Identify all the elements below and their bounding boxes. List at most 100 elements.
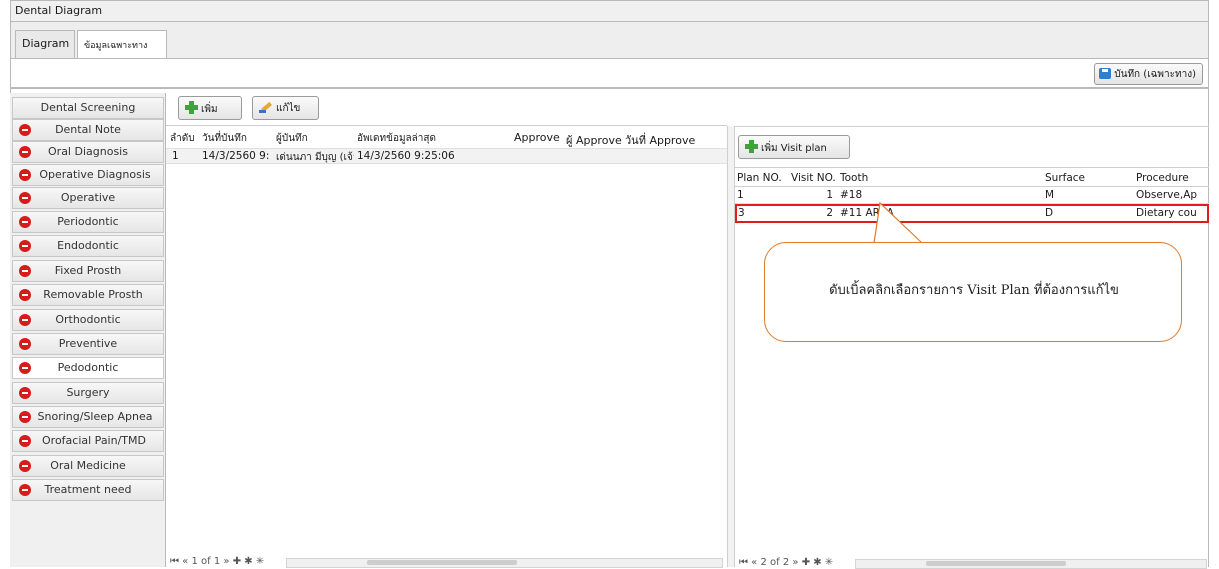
minus-icon [19, 240, 31, 252]
sidebar-item-label: Pedodontic [57, 361, 119, 374]
plus-icon [745, 140, 758, 153]
minus-icon [19, 124, 31, 136]
add-visit-plan-label: เพิ่ม Visit plan [761, 143, 827, 154]
add-visit-plan-button[interactable]: เพิ่ม Visit plan [738, 135, 850, 159]
sidebar-item-label: Operative Diagnosis [39, 168, 151, 181]
column-header[interactable]: Visit NO. [791, 172, 836, 184]
save-specialty-button[interactable]: บันทึก (เฉพาะทาง) [1094, 63, 1203, 85]
edit-record-button[interactable]: แก้ไข [252, 96, 319, 120]
tab-diagram[interactable]: Diagram [15, 30, 75, 58]
sidebar-item-label: Operative [60, 191, 116, 204]
add-record-button[interactable]: เพิ่ม [178, 96, 242, 120]
minus-icon [19, 289, 31, 301]
plus-icon [185, 101, 198, 114]
minus-icon [19, 411, 31, 423]
window-title: Dental Diagram [15, 4, 103, 17]
column-header[interactable]: Tooth [840, 172, 868, 184]
visit-plan-page-indicator: 2 of 2 [760, 557, 790, 568]
column-header[interactable]: Approve [514, 131, 560, 144]
row-recorder: เด่นนภา มีบุญ (เจ้าหน้าที่ BMS [276, 152, 354, 163]
sidebar-item-pedodontic[interactable]: Pedodontic [12, 357, 164, 379]
column-header[interactable]: ผู้ Approve [566, 131, 622, 149]
sidebar-item-treatment-need[interactable]: Treatment need [12, 479, 164, 501]
column-header[interactable]: Procedure [1136, 172, 1189, 184]
column-header[interactable]: ผู้บันทึก [276, 131, 308, 146]
sidebar-item-label: Preventive [58, 337, 118, 350]
minus-icon [19, 387, 31, 399]
row-visit-no: 2 [826, 207, 833, 219]
table-row-highlighted[interactable]: 3 2 #11 AREA D Dietary cou [735, 204, 1209, 223]
column-header[interactable]: Surface [1045, 172, 1085, 184]
column-header[interactable]: Plan NO. [737, 172, 782, 184]
sidebar-item-label: Dental Note [55, 123, 121, 136]
top-toolbar: บันทึก (เฉพาะทาง) [10, 58, 1209, 88]
scroll-thumb[interactable] [367, 560, 517, 565]
sidebar-item-dental-note[interactable]: Dental Note [12, 119, 164, 141]
panel-splitter[interactable] [727, 126, 735, 567]
minus-icon [19, 484, 31, 496]
visit-plan-hscrollbar[interactable] [855, 559, 1207, 569]
column-header[interactable]: ลำดับ [170, 131, 195, 146]
sidebar-item-operative[interactable]: Operative [12, 187, 164, 209]
minus-icon [19, 362, 31, 374]
sidebar-item-label: Treatment need [44, 483, 132, 496]
sidebar-item-removable-prosth[interactable]: Removable Prosth [12, 284, 164, 306]
sidebar-item-endodontic[interactable]: Endodontic [12, 235, 164, 257]
row-procedure: Dietary cou [1136, 207, 1197, 219]
tab-strip: Diagram ข้อมูลเฉพาะทาง [10, 22, 1209, 59]
sidebar-item-label: Fixed Prosth [54, 264, 122, 277]
minus-icon [19, 460, 31, 472]
tab-specialty-info[interactable]: ข้อมูลเฉพาะทาง [77, 30, 167, 59]
specialty-sidebar: Dental Screening Dental Note Oral Diagno… [10, 93, 166, 567]
minus-icon [19, 192, 31, 204]
visit-plan-navigator[interactable]: ⏮ « 2 of 2 » ✚ ✱ ✳ [739, 557, 833, 568]
save-button-label: บันทึก (เฉพาะทาง) [1114, 69, 1196, 80]
sidebar-item-label: Orthodontic [55, 313, 121, 326]
window-title-bar: Dental Diagram [10, 0, 1209, 22]
sidebar-item-orthodontic[interactable]: Orthodontic [12, 309, 164, 331]
callout-pointer [873, 201, 923, 244]
sidebar-item-label: Periodontic [57, 215, 119, 228]
sidebar-item-oral-diagnosis[interactable]: Oral Diagnosis [12, 141, 164, 163]
row-plan-no: 3 [738, 207, 745, 219]
sidebar-item-orofacial-pain[interactable]: Orofacial Pain/TMD [12, 430, 164, 452]
records-grid: ลำดับ วันที่บันทึก ผู้บันทึก อัพเดทข้อมู… [166, 125, 727, 568]
minus-icon [19, 314, 31, 326]
minus-icon [19, 216, 31, 228]
sidebar-item-operative-diagnosis[interactable]: Operative Diagnosis [12, 164, 164, 186]
sidebar-item-label: Removable Prosth [43, 288, 143, 301]
minus-icon [19, 435, 31, 447]
sidebar-item-label: Endodontic [57, 239, 119, 252]
table-row[interactable]: 1 14/3/2560 9: เด่นนภา มีบุญ (เจ้าหน้าที… [166, 148, 727, 164]
minus-icon [19, 265, 31, 277]
column-header[interactable]: วันที่ Approve [625, 131, 695, 149]
sidebar-item-preventive[interactable]: Preventive [12, 333, 164, 355]
tab-specialty-label: ข้อมูลเฉพาะทาง [84, 41, 148, 51]
scroll-thumb[interactable] [926, 561, 1066, 566]
column-header[interactable]: อัพเดทข้อมูลล่าสุด [357, 131, 436, 146]
row-record-date: 14/3/2560 9: [202, 150, 270, 162]
row-last-update: 14/3/2560 9:25:06 [357, 150, 455, 162]
sidebar-item-oral-medicine[interactable]: Oral Medicine [12, 455, 164, 477]
sidebar-item-snoring-sleep-apnea[interactable]: Snoring/Sleep Apnea [12, 406, 164, 428]
minus-icon [19, 146, 31, 158]
sidebar-item-label: Oral Medicine [50, 459, 126, 472]
sidebar-item-label: Snoring/Sleep Apnea [37, 410, 153, 423]
column-header[interactable]: วันที่บันทึก [202, 131, 247, 146]
visit-plan-header: Plan NO. Visit NO. Tooth Surface Procedu… [735, 167, 1209, 187]
row-procedure: Observe,Ap [1136, 189, 1198, 201]
sidebar-item-label: Oral Diagnosis [48, 145, 128, 158]
sidebar-item-label: Orofacial Pain/TMD [42, 434, 146, 447]
save-icon [1099, 68, 1112, 79]
edit-icon [259, 101, 273, 113]
add-record-label: เพิ่ม [201, 104, 218, 115]
sidebar-item-surgery[interactable]: Surgery [12, 382, 164, 404]
sidebar-item-fixed-prosth[interactable]: Fixed Prosth [12, 260, 164, 282]
row-surface: D [1045, 207, 1054, 219]
row-plan-no: 1 [737, 189, 744, 201]
sidebar-item-label: Dental Screening [40, 101, 136, 114]
table-row[interactable]: 1 1 #18 M Observe,Ap [735, 187, 1209, 204]
sidebar-item-periodontic[interactable]: Periodontic [12, 211, 164, 233]
records-navigator[interactable]: ⏮ « 1 of 1 » ✚ ✱ ✳ [170, 556, 264, 567]
sidebar-item-dental-screening[interactable]: Dental Screening [12, 97, 164, 119]
